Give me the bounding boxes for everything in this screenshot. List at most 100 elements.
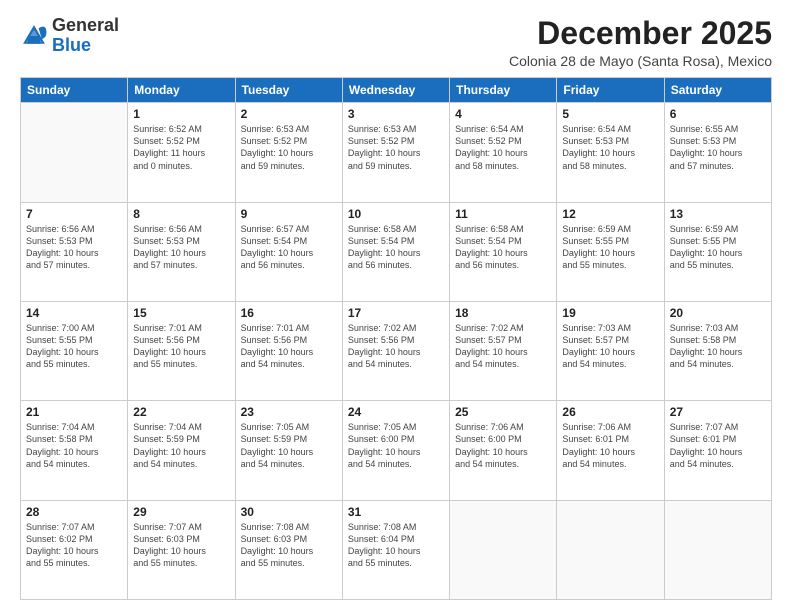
day-number: 20	[670, 306, 766, 320]
calendar-week-row: 7 Sunrise: 6:56 AM Sunset: 5:53 PM Daylig…	[21, 202, 772, 301]
day-number: 9	[241, 207, 337, 221]
day-number: 5	[562, 107, 658, 121]
weekday-header-cell: Friday	[557, 78, 664, 103]
calendar-cell: 4Sunrise: 6:54 AM Sunset: 5:52 PM Daylig…	[450, 103, 557, 202]
calendar-cell	[450, 500, 557, 599]
page: General Blue December 2025 Colonia 28 de…	[0, 0, 792, 612]
day-info: Sunrise: 7:07 AM Sunset: 6:01 PM Dayligh…	[670, 421, 766, 470]
calendar-cell: 16Sunrise: 7:01 AM Sunset: 5:56 PM Dayli…	[235, 301, 342, 400]
calendar-cell	[21, 103, 128, 202]
day-info: Sunrise: 6:57 AM Sunset: 5:54 PM Dayligh…	[241, 223, 337, 272]
day-number: 11	[455, 207, 551, 221]
day-number: 23	[241, 405, 337, 419]
day-info: Sunrise: 7:06 AM Sunset: 6:00 PM Dayligh…	[455, 421, 551, 470]
day-number: 4	[455, 107, 551, 121]
logo-blue: Blue	[52, 35, 91, 55]
calendar-week-row: 21 Sunrise: 7:04 AM Sunset: 5:58 PM Dayli…	[21, 401, 772, 500]
header: General Blue December 2025 Colonia 28 de…	[20, 16, 772, 69]
day-number: 6	[670, 107, 766, 121]
calendar-cell: 24 Sunrise: 7:05 AM Sunset: 6:00 PM Dayli…	[342, 401, 449, 500]
day-number: 12	[562, 207, 658, 221]
calendar-cell: 2 Sunrise: 6:53 AM Sunset: 5:52 PM Daylig…	[235, 103, 342, 202]
day-number: 14	[26, 306, 122, 320]
day-info: Sunrise: 7:01 AM Sunset: 5:56 PM Dayligh…	[241, 322, 337, 371]
calendar: SundayMondayTuesdayWednesdayThursdayFrid…	[20, 77, 772, 600]
day-number: 30	[241, 505, 337, 519]
calendar-cell: 3 Sunrise: 6:53 AM Sunset: 5:52 PM Daylig…	[342, 103, 449, 202]
day-number: 3	[348, 107, 444, 121]
day-info: Sunrise: 7:05 AM Sunset: 6:00 PM Dayligh…	[348, 421, 444, 470]
calendar-cell: 5Sunrise: 6:54 AM Sunset: 5:53 PM Daylig…	[557, 103, 664, 202]
day-number: 10	[348, 207, 444, 221]
logo-text: General Blue	[52, 16, 119, 56]
day-info: Sunrise: 7:08 AM Sunset: 6:04 PM Dayligh…	[348, 521, 444, 570]
weekday-header-cell: Wednesday	[342, 78, 449, 103]
weekday-header-cell: Sunday	[21, 78, 128, 103]
day-number: 27	[670, 405, 766, 419]
day-number: 13	[670, 207, 766, 221]
day-info: Sunrise: 7:05 AM Sunset: 5:59 PM Dayligh…	[241, 421, 337, 470]
day-info: Sunrise: 7:06 AM Sunset: 6:01 PM Dayligh…	[562, 421, 658, 470]
calendar-body: 1Sunrise: 6:52 AM Sunset: 5:52 PM Daylig…	[21, 103, 772, 600]
logo-general: General	[52, 15, 119, 35]
day-number: 2	[241, 107, 337, 121]
calendar-cell: 11 Sunrise: 6:58 AM Sunset: 5:54 PM Dayli…	[450, 202, 557, 301]
day-number: 31	[348, 505, 444, 519]
day-number: 21	[26, 405, 122, 419]
day-info: Sunrise: 7:02 AM Sunset: 5:57 PM Dayligh…	[455, 322, 551, 371]
calendar-cell: 18 Sunrise: 7:02 AM Sunset: 5:57 PM Dayli…	[450, 301, 557, 400]
calendar-cell: 23 Sunrise: 7:05 AM Sunset: 5:59 PM Dayli…	[235, 401, 342, 500]
day-number: 7	[26, 207, 122, 221]
day-number: 18	[455, 306, 551, 320]
day-info: Sunrise: 7:04 AM Sunset: 5:59 PM Dayligh…	[133, 421, 229, 470]
weekday-header-row: SundayMondayTuesdayWednesdayThursdayFrid…	[21, 78, 772, 103]
day-number: 25	[455, 405, 551, 419]
day-info: Sunrise: 6:55 AM Sunset: 5:53 PM Dayligh…	[670, 123, 766, 172]
calendar-cell: 22 Sunrise: 7:04 AM Sunset: 5:59 PM Dayli…	[128, 401, 235, 500]
title-block: December 2025 Colonia 28 de Mayo (Santa …	[509, 16, 772, 69]
logo-icon	[20, 22, 48, 50]
day-info: Sunrise: 7:04 AM Sunset: 5:58 PM Dayligh…	[26, 421, 122, 470]
calendar-cell: 25 Sunrise: 7:06 AM Sunset: 6:00 PM Dayli…	[450, 401, 557, 500]
day-number: 28	[26, 505, 122, 519]
calendar-cell	[557, 500, 664, 599]
calendar-cell: 29 Sunrise: 7:07 AM Sunset: 6:03 PM Dayli…	[128, 500, 235, 599]
day-info: Sunrise: 6:59 AM Sunset: 5:55 PM Dayligh…	[562, 223, 658, 272]
day-info: Sunrise: 6:59 AM Sunset: 5:55 PM Dayligh…	[670, 223, 766, 272]
day-info: Sunrise: 7:03 AM Sunset: 5:57 PM Dayligh…	[562, 322, 658, 371]
weekday-header-cell: Saturday	[664, 78, 771, 103]
day-info: Sunrise: 7:07 AM Sunset: 6:02 PM Dayligh…	[26, 521, 122, 570]
day-number: 1	[133, 107, 229, 121]
weekday-header-cell: Thursday	[450, 78, 557, 103]
day-number: 29	[133, 505, 229, 519]
day-number: 22	[133, 405, 229, 419]
calendar-cell: 12 Sunrise: 6:59 AM Sunset: 5:55 PM Dayli…	[557, 202, 664, 301]
day-info: Sunrise: 6:56 AM Sunset: 5:53 PM Dayligh…	[26, 223, 122, 272]
day-info: Sunrise: 7:01 AM Sunset: 5:56 PM Dayligh…	[133, 322, 229, 371]
month-title: December 2025	[509, 16, 772, 51]
day-info: Sunrise: 6:53 AM Sunset: 5:52 PM Dayligh…	[348, 123, 444, 172]
calendar-cell: 21 Sunrise: 7:04 AM Sunset: 5:58 PM Dayli…	[21, 401, 128, 500]
day-info: Sunrise: 7:07 AM Sunset: 6:03 PM Dayligh…	[133, 521, 229, 570]
calendar-cell: 13 Sunrise: 6:59 AM Sunset: 5:55 PM Dayli…	[664, 202, 771, 301]
calendar-cell: 30Sunrise: 7:08 AM Sunset: 6:03 PM Dayli…	[235, 500, 342, 599]
calendar-cell: 9 Sunrise: 6:57 AM Sunset: 5:54 PM Daylig…	[235, 202, 342, 301]
calendar-cell: 27 Sunrise: 7:07 AM Sunset: 6:01 PM Dayli…	[664, 401, 771, 500]
day-number: 15	[133, 306, 229, 320]
calendar-week-row: 14Sunrise: 7:00 AM Sunset: 5:55 PM Dayli…	[21, 301, 772, 400]
day-info: Sunrise: 6:58 AM Sunset: 5:54 PM Dayligh…	[455, 223, 551, 272]
day-info: Sunrise: 6:53 AM Sunset: 5:52 PM Dayligh…	[241, 123, 337, 172]
calendar-cell	[664, 500, 771, 599]
calendar-cell: 31 Sunrise: 7:08 AM Sunset: 6:04 PM Dayli…	[342, 500, 449, 599]
day-info: Sunrise: 7:02 AM Sunset: 5:56 PM Dayligh…	[348, 322, 444, 371]
calendar-cell: 6 Sunrise: 6:55 AM Sunset: 5:53 PM Daylig…	[664, 103, 771, 202]
calendar-cell: 1Sunrise: 6:52 AM Sunset: 5:52 PM Daylig…	[128, 103, 235, 202]
calendar-week-row: 28 Sunrise: 7:07 AM Sunset: 6:02 PM Dayli…	[21, 500, 772, 599]
calendar-week-row: 1Sunrise: 6:52 AM Sunset: 5:52 PM Daylig…	[21, 103, 772, 202]
calendar-cell: 15 Sunrise: 7:01 AM Sunset: 5:56 PM Dayli…	[128, 301, 235, 400]
day-number: 19	[562, 306, 658, 320]
day-number: 26	[562, 405, 658, 419]
calendar-cell: 8Sunrise: 6:56 AM Sunset: 5:53 PM Daylig…	[128, 202, 235, 301]
day-number: 24	[348, 405, 444, 419]
day-info: Sunrise: 6:56 AM Sunset: 5:53 PM Dayligh…	[133, 223, 229, 272]
